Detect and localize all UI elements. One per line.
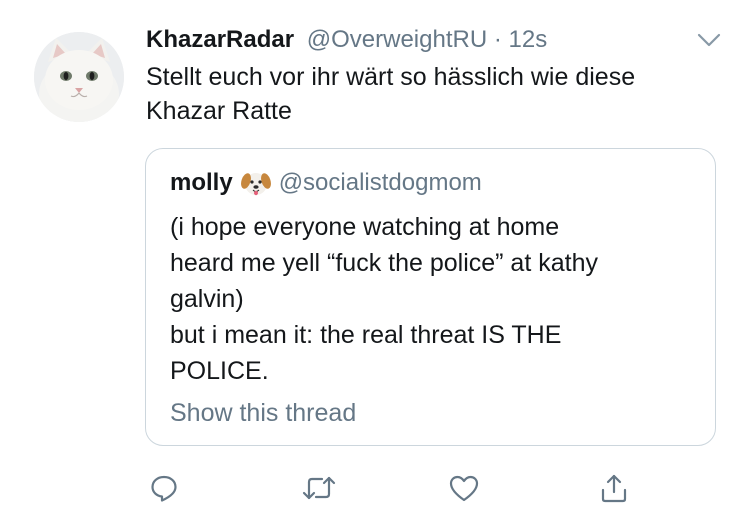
like-icon[interactable] (446, 470, 482, 506)
user-handle[interactable]: @OverweightRU (307, 26, 487, 53)
quoted-text-line: heard me yell “fuck the police” at kathy (170, 249, 598, 277)
quoted-tweet[interactable]: molly @socialistdogmom (i hope everyone … (145, 148, 716, 446)
quoted-text-line: but i mean it: the real threat IS THE (170, 321, 562, 349)
dog-face-icon (240, 168, 271, 198)
share-icon[interactable] (596, 470, 632, 506)
quoted-text: (i hope everyone watching at home heard … (170, 209, 700, 389)
quoted-display-name[interactable]: molly (170, 167, 233, 199)
avatar[interactable] (34, 32, 124, 122)
quoted-text-line: galvin) (170, 285, 244, 313)
show-thread-link[interactable]: Show this thread (170, 397, 356, 429)
tweet[interactable]: KhazarRadar @OverweightRU · 12s Stellt e… (0, 0, 750, 527)
quoted-header: molly @socialistdogmom (170, 167, 482, 199)
tweet-text: Stellt euch vor ihr wärt so hässlich wie… (146, 63, 636, 125)
quoted-text-line: POLICE. (170, 357, 269, 385)
quoted-text-line: (i hope everyone watching at home (170, 213, 560, 241)
chevron-down-icon[interactable] (696, 30, 722, 50)
quoted-user-handle[interactable]: @socialistdogmom (279, 167, 482, 199)
retweet-icon[interactable] (301, 470, 337, 506)
display-name[interactable]: KhazarRadar (146, 26, 294, 53)
separator-dot: · (493, 26, 502, 53)
tweet-header: KhazarRadar @OverweightRU · 12s (146, 24, 547, 56)
timestamp[interactable]: 12s (509, 26, 548, 53)
reply-icon[interactable] (146, 470, 182, 506)
cat-avatar-icon (34, 32, 124, 122)
